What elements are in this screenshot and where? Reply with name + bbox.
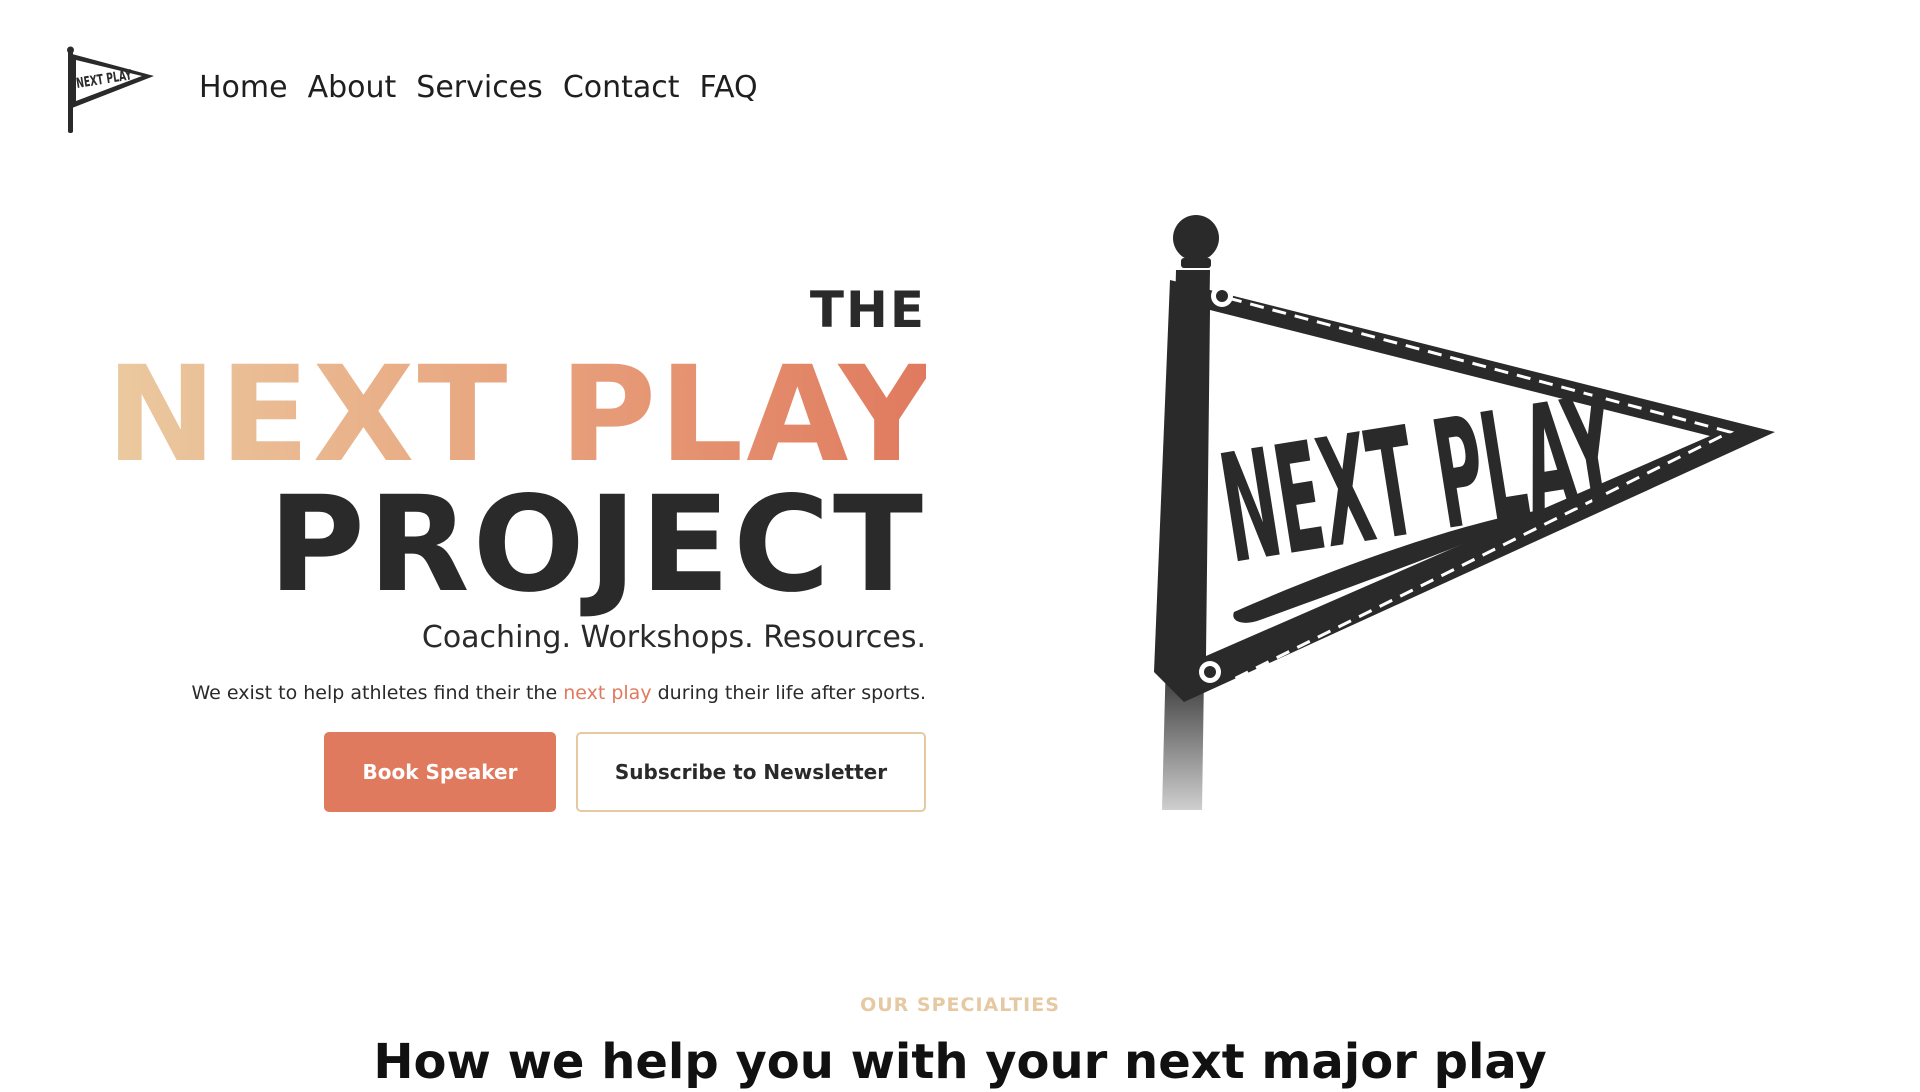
hero-pennant-illustration: NEXT PLAY — [1140, 210, 1780, 820]
book-speaker-button[interactable]: Book Speaker — [324, 732, 556, 812]
nav-link-contact[interactable]: Contact — [563, 66, 680, 110]
site-header: NEXT PLAY Home About Services Contact FA… — [0, 0, 1920, 180]
mission-accent: next play — [563, 682, 652, 704]
hero-section: THE NEXT PLAY PROJECT Coaching. Workshop… — [106, 270, 938, 812]
mission-text-end: during their life after sports. — [651, 682, 926, 704]
subscribe-newsletter-button[interactable]: Subscribe to Newsletter — [576, 732, 926, 812]
nav-link-services[interactable]: Services — [416, 66, 543, 110]
hero-headline-project: PROJECT — [268, 468, 926, 622]
hero-tagline: Coaching. Workshops. Resources. — [421, 620, 926, 655]
hero-mission: We exist to help athletes find their the… — [106, 678, 926, 708]
nav-link-home[interactable]: Home — [199, 66, 288, 110]
nav-link-faq[interactable]: FAQ — [700, 66, 758, 110]
pennant-flag-icon: NEXT PLAY — [67, 46, 154, 133]
cta-row: Book Speaker Subscribe to Newsletter — [106, 732, 926, 812]
specialties-title: How we help you with your next major pla… — [373, 1034, 1547, 1090]
main-nav: Home About Services Contact FAQ — [199, 66, 758, 110]
hero-headline-next-play: NEXT PLAY — [106, 338, 938, 492]
nav-link-about[interactable]: About — [308, 66, 397, 110]
mission-text-start: We exist to help athletes find their the — [191, 682, 564, 704]
pennant-flag-illustration: NEXT PLAY — [1154, 215, 1775, 810]
specialties-eyebrow: OUR SPECIALTIES — [860, 994, 1060, 1016]
specialties-section: OUR SPECIALTIES How we help you with you… — [0, 990, 1920, 1092]
next-play-logo-icon[interactable]: NEXT PLAY — [66, 46, 158, 136]
